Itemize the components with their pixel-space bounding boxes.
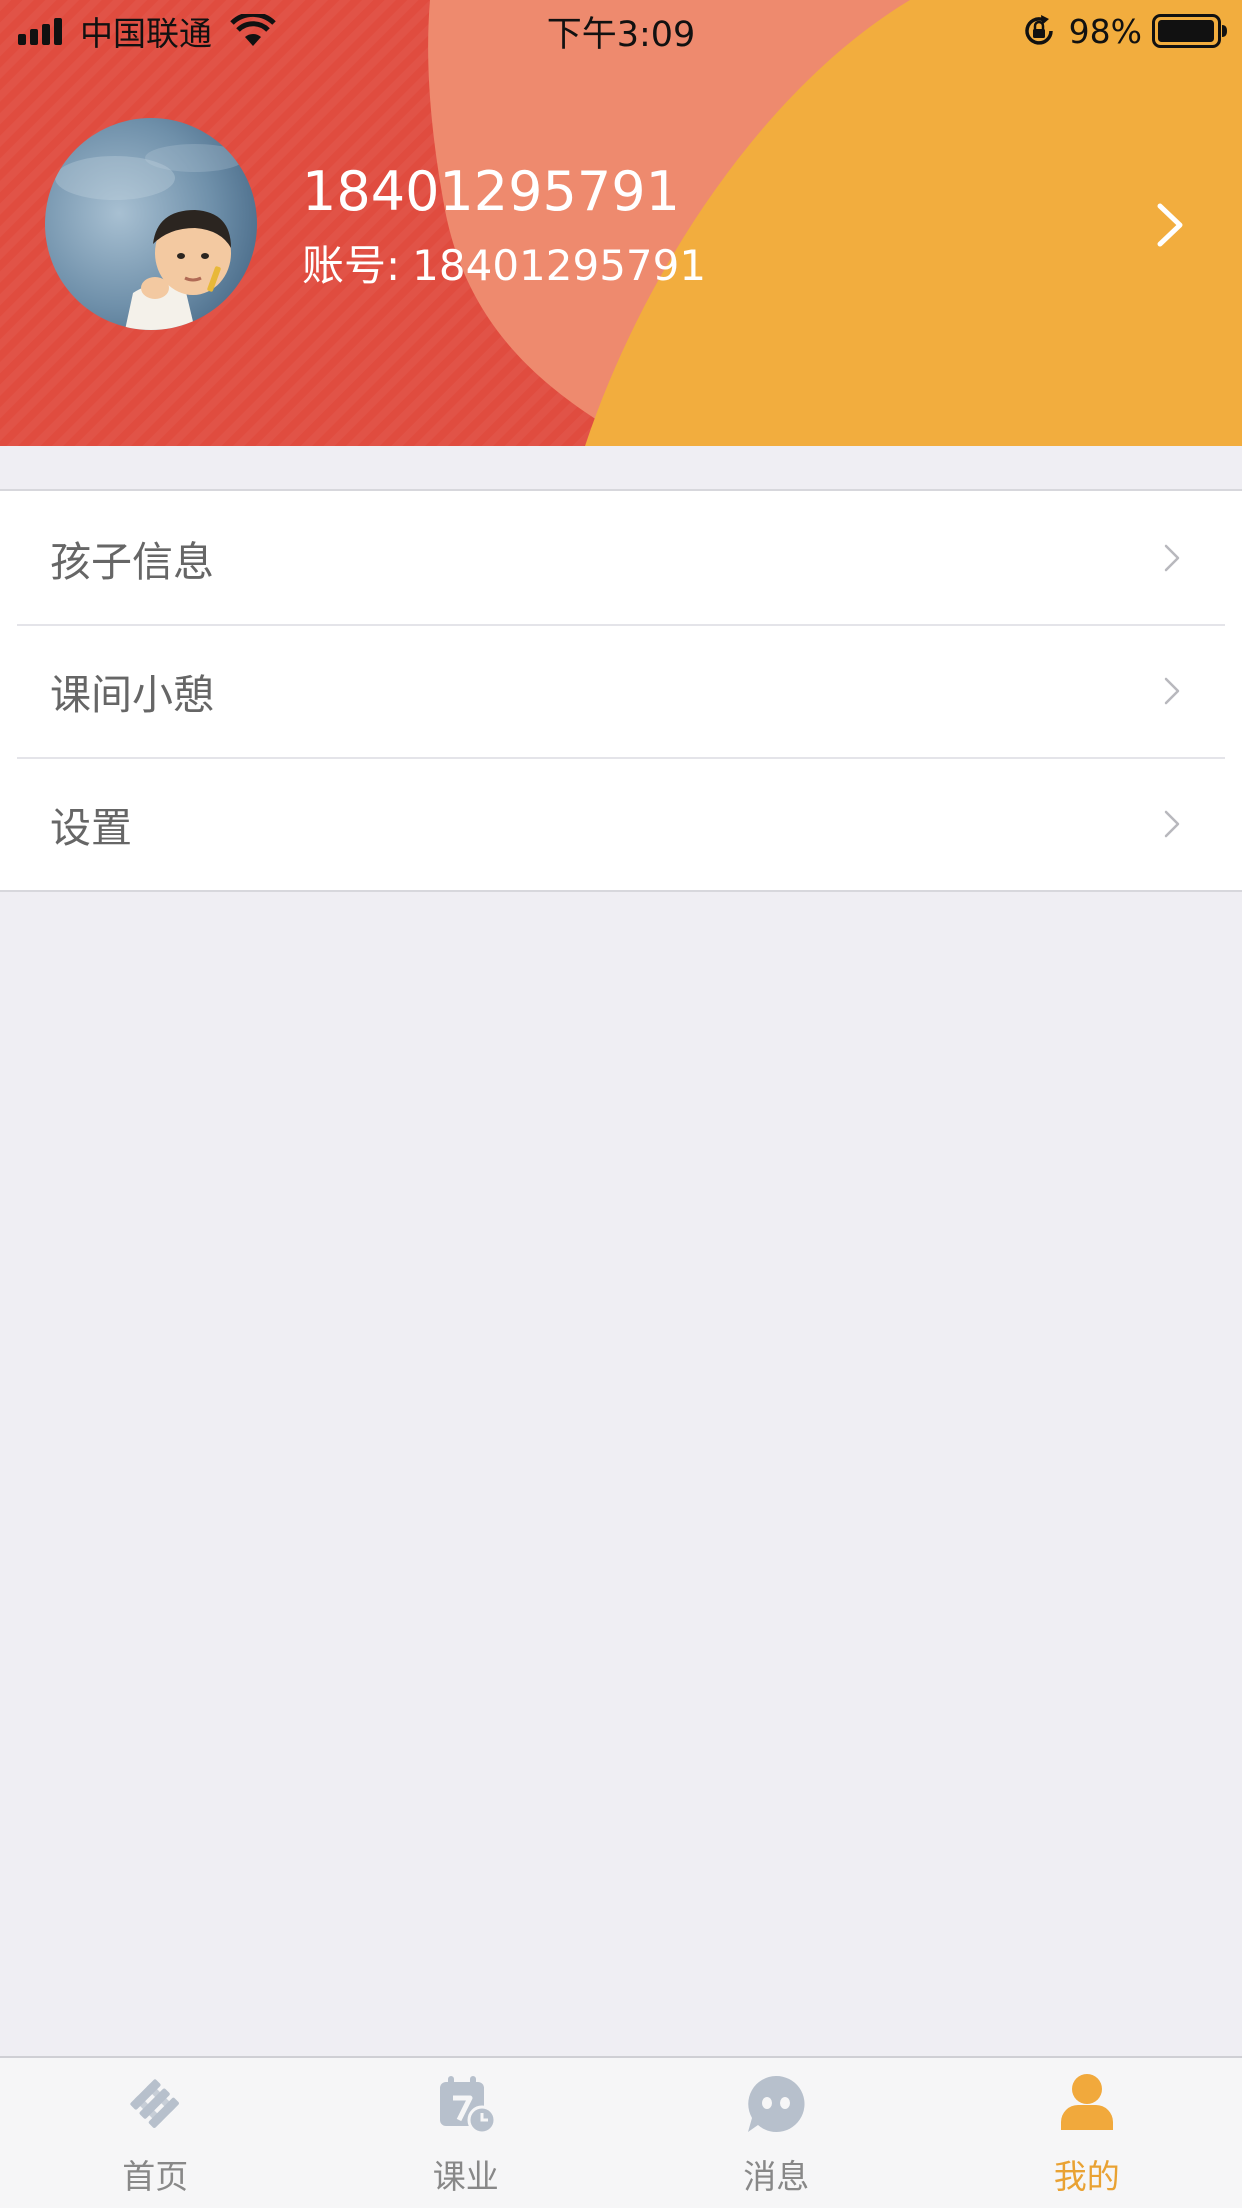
account-number: 18401295791: [412, 241, 707, 290]
avatar[interactable]: [45, 118, 257, 330]
signal-icon: [18, 18, 62, 45]
profile-header: 中国联通 下午3:09 98% 18401295791 账号: 18401295…: [0, 0, 1242, 446]
chevron-right-icon: [1164, 544, 1180, 571]
battery-percent: 98%: [1068, 11, 1142, 51]
status-time: 下午3:09: [546, 14, 696, 55]
wifi-icon: [230, 14, 276, 46]
tab-bar: 首页 课业 消息 我的: [0, 2056, 1242, 2208]
tab-label: 首页: [122, 2157, 189, 2196]
chevron-right-icon[interactable]: [1148, 200, 1192, 250]
carrier-label: 中国联通: [80, 14, 212, 53]
menu-item-settings[interactable]: 设置: [0, 757, 1242, 890]
status-right: 98%: [1021, 0, 1228, 62]
account-prefix: 账号:: [302, 241, 401, 290]
rotation-lock-icon: [1024, 15, 1053, 45]
status-left: 中国联通: [18, 0, 276, 62]
profile-screen: 中国联通 下午3:09 98% 18401295791 账号: 18401295…: [0, 0, 1242, 2208]
profile-name: 18401295791: [302, 160, 680, 223]
settings-menu: 孩子信息 课间小憩 设置: [0, 489, 1242, 892]
message-icon: [748, 2075, 805, 2132]
menu-item-child-info[interactable]: 孩子信息: [0, 491, 1242, 624]
tab-coursework[interactable]: 课业: [311, 2058, 622, 2208]
tab-home[interactable]: 首页: [0, 2058, 311, 2208]
menu-item-label: 课间小憩: [50, 670, 214, 719]
avatar-photo: [45, 118, 257, 330]
battery-icon: [1152, 14, 1227, 48]
chevron-right-icon: [1164, 810, 1180, 837]
calendar-icon: [439, 2076, 497, 2135]
tab-label: 消息: [743, 2157, 810, 2196]
user-icon: [1060, 2074, 1113, 2130]
tab-mine[interactable]: 我的: [932, 2058, 1242, 2208]
tab-label: 我的: [1053, 2157, 1120, 2196]
tab-label: 课业: [432, 2157, 499, 2196]
menu-item-label: 设置: [50, 803, 132, 852]
tab-messages[interactable]: 消息: [621, 2058, 932, 2208]
menu-item-label: 孩子信息: [50, 537, 214, 586]
home-icon: [130, 2079, 180, 2128]
chevron-right-icon: [1164, 677, 1180, 704]
profile-account: 账号: 18401295791: [302, 232, 706, 293]
status-bar: 中国联通 下午3:09 98%: [0, 0, 1242, 62]
menu-item-break-time[interactable]: 课间小憩: [0, 624, 1242, 757]
